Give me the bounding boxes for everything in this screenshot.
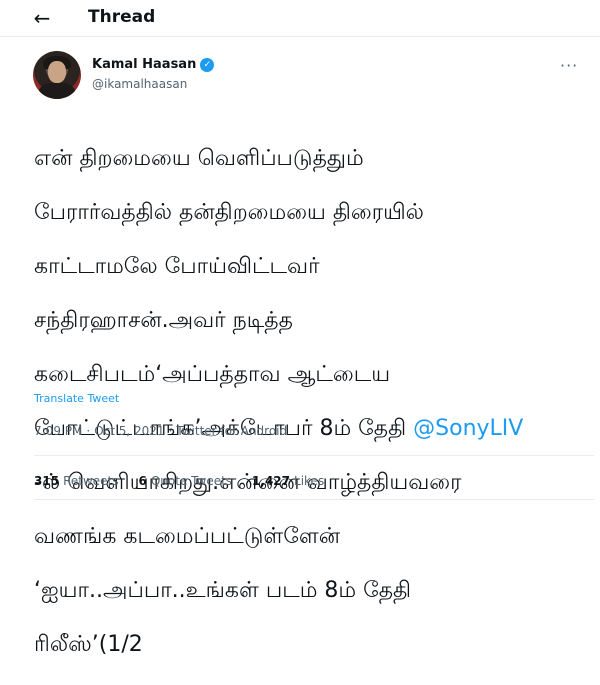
mention-link[interactable]: @SonyLIV bbox=[413, 416, 523, 441]
likes-label: Likes bbox=[294, 474, 325, 488]
verified-badge-icon: ✓ bbox=[200, 58, 215, 72]
author-handle[interactable]: @ikamalhaasan bbox=[92, 76, 187, 92]
quote-tweets-count: 6 bbox=[138, 474, 147, 488]
arrow-left-icon: ← bbox=[33, 6, 51, 30]
back-button[interactable]: ← bbox=[30, 6, 54, 30]
retweets-label: Retweets bbox=[63, 474, 119, 488]
quote-tweets-label: Quote Tweets bbox=[150, 474, 233, 488]
tweet-line: பேரார்வத்தில் தன்திறமையை திரையில் bbox=[34, 200, 424, 225]
page-title: Thread bbox=[88, 7, 156, 27]
likes-stat[interactable]: 1,427 Likes bbox=[252, 474, 324, 488]
more-options-icon[interactable]: ··· bbox=[560, 56, 578, 75]
meta-divider bbox=[34, 455, 594, 456]
tweet-line: கடைசிபடம்‘அப்பத்தாவ ஆட்டைய bbox=[34, 362, 391, 387]
meta-separator: · bbox=[168, 424, 173, 438]
retweets-stat[interactable]: 315 Retweets bbox=[34, 474, 119, 488]
meta-separator: · bbox=[86, 424, 91, 438]
tweet-line: சந்திரஹாசன்.அவர் நடித்த bbox=[34, 308, 293, 333]
retweets-count: 315 bbox=[34, 474, 60, 488]
thread-header: ← Thread bbox=[0, 0, 600, 36]
tweet-line: ரிலீஸ்’(1/2 bbox=[34, 632, 143, 657]
header-divider bbox=[0, 36, 600, 37]
author-name-row[interactable]: Kamal Haasan ✓ bbox=[92, 56, 215, 74]
tweet-date[interactable]: Oct 5, 2021 bbox=[94, 424, 164, 438]
tweet-source[interactable]: Twitter for Android bbox=[176, 424, 287, 438]
avatar-body bbox=[39, 83, 75, 99]
author-display-name[interactable]: Kamal Haasan bbox=[92, 56, 196, 74]
avatar[interactable] bbox=[33, 51, 81, 99]
tweet-line: காட்டாமலே போய்விட்டவர் bbox=[34, 254, 320, 279]
quote-tweets-stat[interactable]: 6 Quote Tweets bbox=[139, 474, 233, 488]
translate-tweet-link[interactable]: Translate Tweet bbox=[34, 392, 119, 405]
tweet-line: ‘ஐயா..அப்பா..உங்கள் படம் 8ம் தேதி bbox=[34, 578, 412, 603]
tweet-meta: 7:09 PM · Oct 5, 2021 · Twitter for Andr… bbox=[34, 424, 287, 438]
tweet-line: வணங்க கடமைப்பட்டுள்ளேன் bbox=[34, 524, 341, 549]
likes-count: 1,427 bbox=[252, 474, 291, 488]
tweet-time[interactable]: 7:09 PM bbox=[34, 424, 82, 438]
tweet-stats: 315 Retweets 6 Quote Tweets 1,427 Likes bbox=[34, 474, 324, 488]
tweet-line: என் திறமையை வெளிப்படுத்தும் bbox=[34, 146, 364, 171]
avatar-face bbox=[48, 61, 66, 83]
